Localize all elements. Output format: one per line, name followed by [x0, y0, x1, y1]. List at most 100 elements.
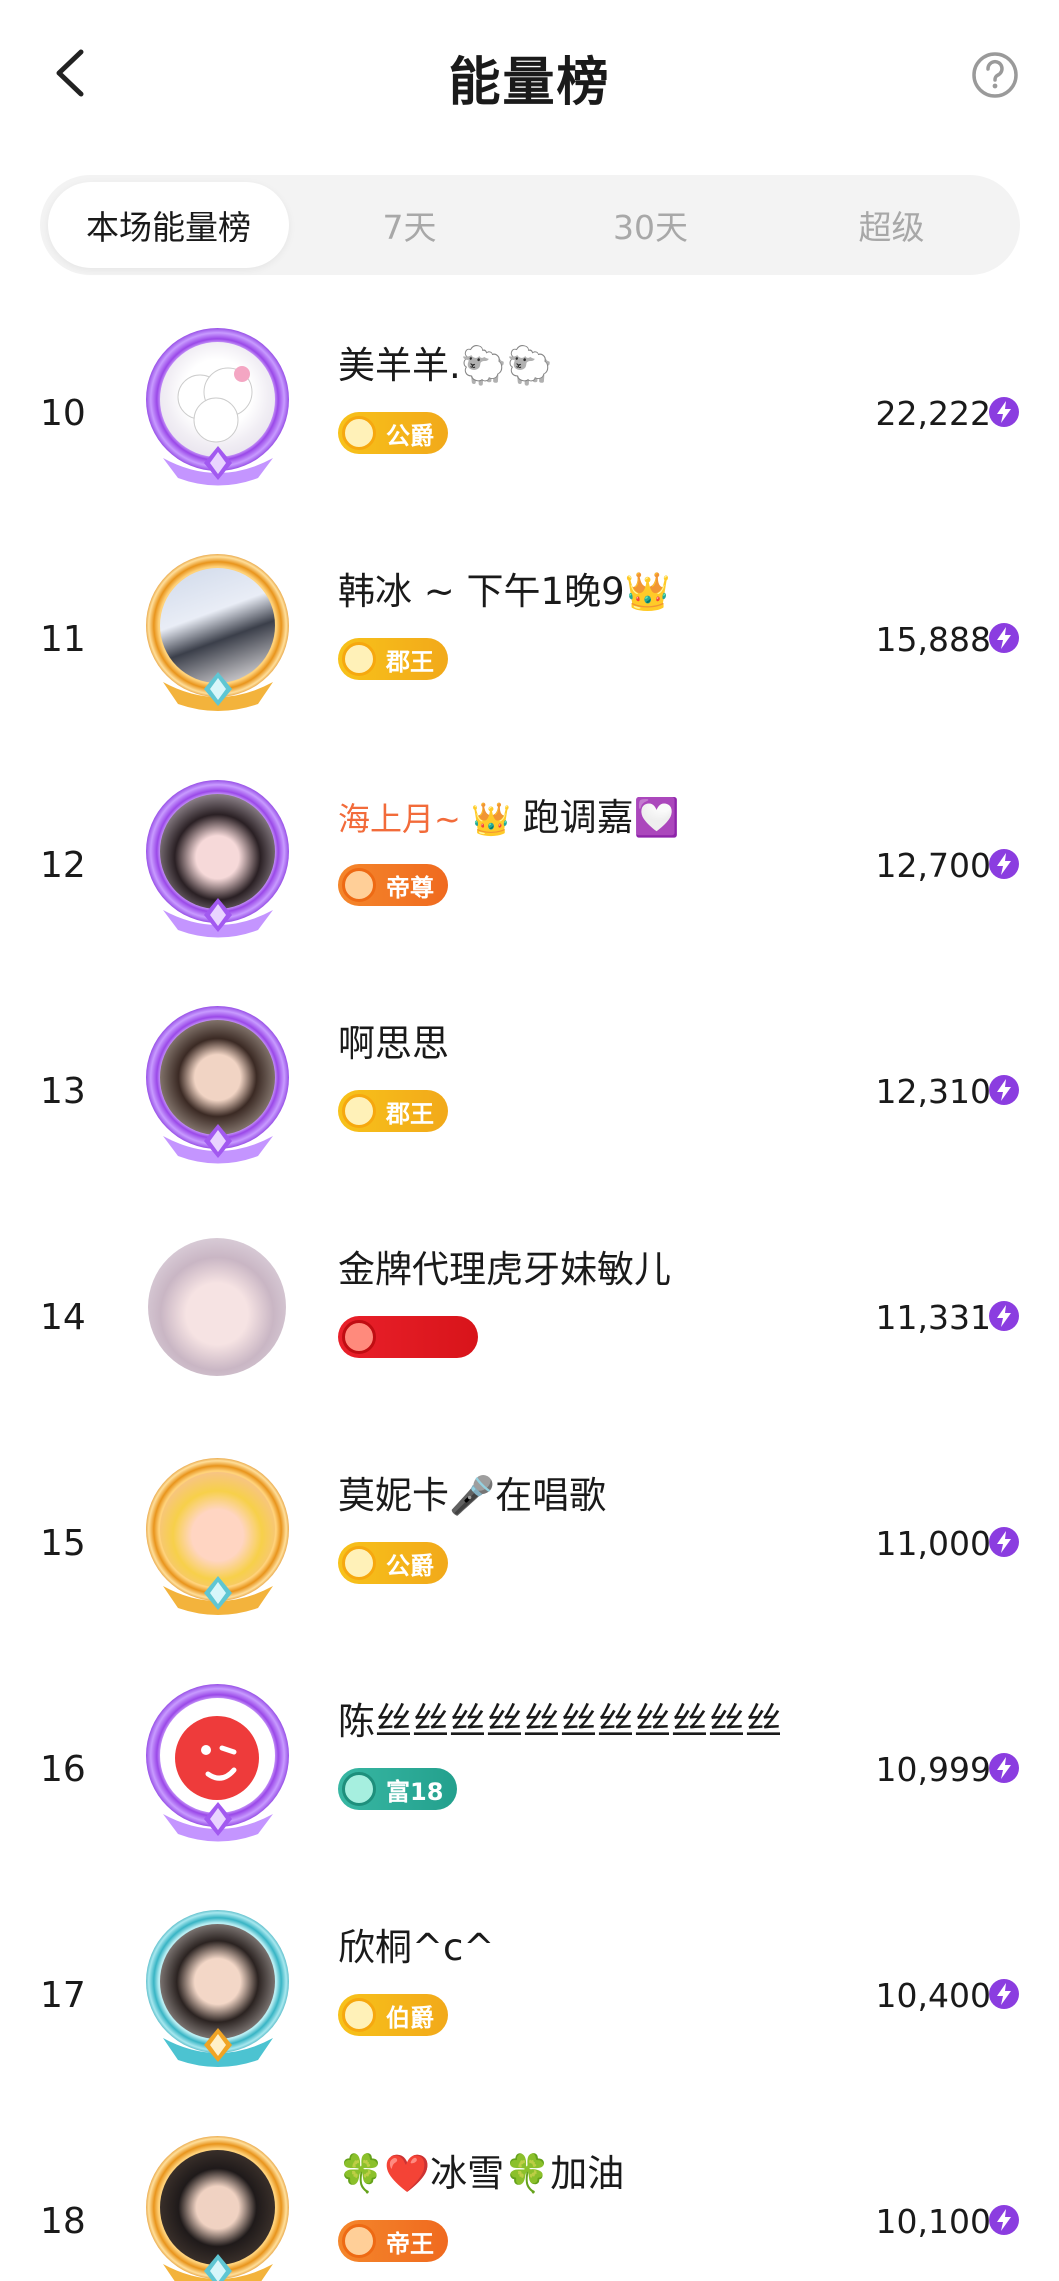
badge-label: 郡王 — [386, 647, 434, 676]
badge-label: 公爵 — [386, 1551, 434, 1580]
ranking-row[interactable]: 12 海上月~ 👑 跑调嘉💟 帝尊 12,700 — [0, 752, 1059, 978]
score-value: 12,700 — [875, 845, 991, 885]
user-name: 韩冰 ~ 下午1晚9👑 — [338, 570, 671, 613]
avatar[interactable] — [130, 1900, 305, 2090]
user-name: 陈丝丝丝丝丝丝丝丝丝丝丝 — [338, 1700, 782, 1743]
score-value: 10,400 — [875, 1975, 991, 2015]
page-title: 能量榜 — [448, 53, 611, 113]
badge-label: 富18 — [386, 1777, 444, 1806]
avatar-image — [160, 2150, 275, 2265]
gem-icon — [204, 672, 232, 706]
lightning-bolt-icon — [989, 397, 1019, 427]
ranking-row[interactable]: 13 啊思思 郡王 12,310 — [0, 978, 1059, 1204]
user-name: 啊思思 — [338, 1022, 449, 1065]
ranking-row[interactable]: 10 美羊羊.🐑🐑 公爵 22,222 — [0, 300, 1059, 526]
rank-number: 11 — [40, 618, 86, 660]
user-name: 欣桐^c^ — [338, 1926, 495, 1969]
period-tabs: 本场能量榜 7天 30天 超级 — [40, 175, 1020, 275]
question-circle-icon[interactable] — [970, 50, 1020, 100]
badge-label: 帝尊 — [386, 873, 434, 902]
avatar-image — [160, 1924, 275, 2039]
avatar[interactable] — [130, 1448, 305, 1638]
avatar[interactable] — [130, 318, 305, 508]
badge-icon — [342, 1772, 376, 1806]
avatar[interactable] — [130, 2126, 305, 2281]
avatar-image — [160, 1698, 275, 1813]
rank-number: 13 — [40, 1070, 86, 1112]
avatar-image — [160, 794, 275, 909]
lightning-bolt-icon — [989, 849, 1019, 879]
ranking-row[interactable]: 16 陈丝丝丝丝丝丝丝丝丝丝丝 富18 10,999 — [0, 1656, 1059, 1882]
badge-icon — [342, 1094, 376, 1128]
rank-number: 16 — [40, 1748, 86, 1790]
tab-7-days[interactable]: 7天 — [289, 182, 530, 268]
badge-icon — [342, 2224, 376, 2258]
tab-super[interactable]: 超级 — [771, 182, 1012, 268]
rank-number: 17 — [40, 1974, 86, 2016]
rank-number: 10 — [40, 392, 86, 434]
rank-badge: 公爵 — [338, 1542, 448, 1584]
score-value: 10,999 — [875, 1749, 991, 1789]
gem-icon — [204, 1124, 232, 1158]
rank-badge: 郡王 — [338, 1090, 448, 1132]
rank-badge: 郡王 — [338, 638, 448, 680]
score-value: 10,100 — [875, 2201, 991, 2241]
badge-icon — [342, 642, 376, 676]
gem-icon — [204, 2028, 232, 2062]
user-name-prefix: 海上月~ 👑 — [338, 800, 511, 838]
avatar[interactable] — [130, 996, 305, 1186]
tab-current-session[interactable]: 本场能量榜 — [48, 182, 289, 268]
rank-number: 14 — [40, 1296, 86, 1338]
score-value: 15,888 — [875, 619, 991, 659]
user-name: 美羊羊.🐑🐑 — [338, 344, 553, 387]
gem-icon — [204, 2254, 232, 2281]
user-name: 🍀❤️冰雪🍀加油 — [338, 2152, 625, 2195]
rank-badge: 伯爵 — [338, 1994, 448, 2036]
avatar-image — [160, 1020, 275, 1135]
avatar[interactable] — [130, 770, 305, 960]
badge-icon — [342, 416, 376, 450]
rank-number: 15 — [40, 1522, 86, 1564]
user-name: 金牌代理虎牙妹敏儿 — [338, 1248, 671, 1291]
score-value: 12,310 — [875, 1071, 991, 1111]
badge-label: 郡王 — [386, 1099, 434, 1128]
user-name-main: 跑调嘉💟 — [510, 796, 680, 839]
avatar-image — [160, 1472, 275, 1587]
badge-icon — [342, 868, 376, 902]
score-value: 11,331 — [875, 1297, 991, 1337]
tab-30-days[interactable]: 30天 — [530, 182, 771, 268]
badge-label: 帝王 — [386, 2229, 434, 2258]
avatar[interactable] — [130, 544, 305, 734]
lightning-bolt-icon — [989, 1527, 1019, 1557]
gem-icon — [204, 898, 232, 932]
lightning-bolt-icon — [989, 1301, 1019, 1331]
ranking-row[interactable]: 15 莫妮卡🎤在唱歌 公爵 11,000 — [0, 1430, 1059, 1656]
avatar-image — [148, 1238, 286, 1376]
lightning-bolt-icon — [989, 623, 1019, 653]
gem-icon — [204, 1802, 232, 1836]
badge-label: 伯爵 — [386, 2003, 434, 2032]
avatar[interactable] — [130, 1674, 305, 1864]
avatar[interactable] — [130, 1222, 305, 1412]
score-value: 22,222 — [875, 393, 991, 433]
badge-icon — [342, 1546, 376, 1580]
ranking-row[interactable]: 17 欣桐^c^ 伯爵 10,400 — [0, 1882, 1059, 2108]
header: 能量榜 — [0, 0, 1059, 150]
badge-icon — [342, 1320, 376, 1354]
user-name: 海上月~ 👑 跑调嘉💟 — [338, 787, 680, 841]
avatar-image — [160, 342, 275, 457]
ranking-row[interactable]: 14 金牌代理虎牙妹敏儿 11,331 — [0, 1204, 1059, 1430]
lightning-bolt-icon — [989, 1753, 1019, 1783]
badge-icon — [342, 1998, 376, 2032]
lightning-bolt-icon — [989, 1075, 1019, 1105]
rank-badge: 帝王 — [338, 2220, 448, 2262]
ranking-row[interactable]: 11 韩冰 ~ 下午1晚9👑 郡王 15,888 — [0, 526, 1059, 752]
lightning-bolt-icon — [989, 2205, 1019, 2235]
user-name: 莫妮卡🎤在唱歌 — [338, 1474, 607, 1517]
rank-badge: 公爵 — [338, 412, 448, 454]
rank-number: 12 — [40, 844, 86, 886]
rank-badge: 富18 — [338, 1768, 458, 1810]
ranking-row[interactable]: 18 🍀❤️冰雪🍀加油 帝王 10,100 — [0, 2108, 1059, 2281]
avatar-image — [160, 568, 275, 683]
gem-icon — [204, 1576, 232, 1610]
